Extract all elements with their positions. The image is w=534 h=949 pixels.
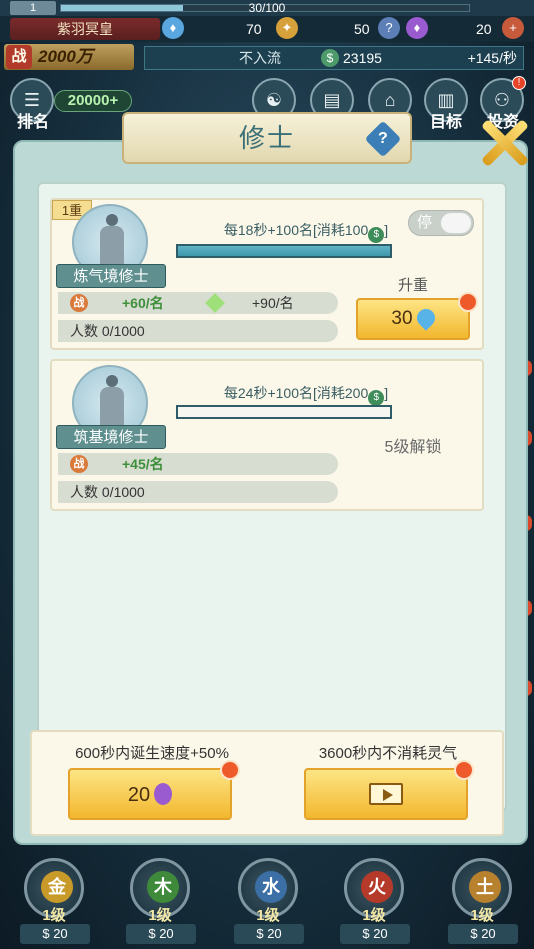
birth-rate-suffix: ] [384, 222, 389, 238]
red-notification-dot [454, 760, 474, 780]
spirit-stone-count: 23195 [343, 50, 382, 66]
purple-flame-icon: ♦ [406, 17, 428, 39]
population-row: 人数 0/1000 [58, 481, 338, 503]
upgrade-arrow-icon [205, 293, 225, 313]
population-label: 人数 0/1000 [70, 484, 145, 500]
power-row: 战 2000万 不入流 $ 23195 +145/秒 [0, 42, 534, 72]
power-per-unit: +45/名 [122, 456, 164, 472]
exp-row: 1 30/100 [0, 0, 534, 16]
spirit-stone-icon: $ [368, 390, 385, 406]
power-per-unit: +60/名 [122, 295, 164, 311]
income-rate: +145/秒 [467, 50, 517, 66]
birth-rate-suffix: ] [384, 385, 389, 401]
red-notification-dot [220, 760, 240, 780]
birth-rate-text: 每18秒+100名[消耗100 [223, 222, 369, 238]
speed-boost-label: 600秒内诞生速度+50% [75, 745, 229, 762]
birth-progress-bar [176, 405, 392, 419]
birth-progress-bar [176, 244, 392, 258]
rank-title: 不入流 [239, 50, 281, 66]
resource-gold-medal: 50 [354, 21, 370, 37]
cultivator-name: 炼气境修士 [56, 264, 166, 288]
toggle-knob [441, 213, 471, 233]
video-play-icon [369, 783, 403, 805]
metal-icon: 金 [41, 871, 73, 903]
score-pill: 20000+ [54, 90, 132, 112]
element-cost: $ 20 [234, 924, 304, 944]
element-cost: $ 20 [448, 924, 518, 944]
notification-badge: ! [512, 76, 526, 90]
cultivator-card-foundation: 筑基境修士 每24秒+100名[消耗200 $] 战 +45/名 人数 0/100… [50, 359, 484, 511]
battle-icon: 战 [6, 45, 32, 69]
boost-panel: 600秒内诞生速度+50% 3600秒内不消耗灵气 20 [30, 730, 504, 836]
birth-rate-desc: 每24秒+100名[消耗200 $] [176, 383, 436, 406]
player-name[interactable]: 紫羽冥皇 [10, 18, 160, 40]
element-cost: $ 20 [126, 924, 196, 944]
unlock-requirement: 5级解锁 [384, 439, 442, 456]
nav-label-goal: 目标 [429, 114, 462, 131]
birth-rate-text: 每24秒+100名[消耗200 [223, 385, 369, 401]
no-consume-boost-label: 3600秒内不消耗灵气 [318, 745, 458, 762]
gold-medal-icon: ✦ [276, 17, 298, 39]
upgrade-label: 升重 [397, 277, 428, 294]
question-gem-icon[interactable]: ? [378, 17, 400, 39]
element-level: 1级 [470, 907, 494, 924]
element-level: 1级 [256, 907, 280, 924]
speed-boost-cost: 20 [127, 784, 151, 806]
power-stat-row: 战 +60/名 +90/名 [58, 292, 338, 314]
element-fire[interactable]: 火 1级 $ 20 [328, 852, 416, 948]
wood-icon: 木 [147, 871, 179, 903]
speed-boost-button[interactable]: 20 [68, 768, 232, 820]
population-label: 人数 0/1000 [70, 323, 145, 339]
element-water[interactable]: 水 1级 $ 20 [222, 852, 310, 948]
resource-purple-flame: 20 [476, 21, 492, 37]
element-metal[interactable]: 金 1级 $ 20 [8, 852, 96, 948]
spirit-stone-icon: $ [321, 49, 339, 67]
rank-bar: 不入流 $ 23195 +145/秒 [144, 46, 524, 70]
combat-power-value: 2000万 [38, 47, 93, 66]
nav-label-rank: 排名 [16, 114, 49, 131]
earth-icon: 土 [469, 871, 501, 903]
population-row: 人数 0/1000 [58, 320, 338, 342]
cultivator-card-qi-refining: 1重 炼气境修士 每18秒+100名[消耗100 $] 停 战 +60/名 +90… [50, 198, 484, 350]
blue-flame-icon: ♦ [162, 17, 184, 39]
add-resource-icon[interactable]: + [502, 17, 524, 39]
resource-row: 紫羽冥皇 ♦ 70 ✦ 50 ? ♦ 20 + [0, 16, 534, 42]
exp-text: 30/100 [248, 1, 286, 15]
birth-progress-fill [178, 246, 390, 256]
blue-flame-icon [412, 305, 439, 331]
close-button[interactable] [478, 116, 530, 168]
fire-icon: 火 [361, 871, 393, 903]
element-level: 1级 [362, 907, 386, 924]
combat-power: 战 2000万 [4, 44, 134, 70]
element-earth[interactable]: 土 1级 $ 20 [436, 852, 524, 948]
element-cost: $ 20 [340, 924, 410, 944]
element-cost: $ 20 [20, 924, 90, 944]
watch-video-button[interactable] [304, 768, 468, 820]
cultivator-name: 筑基境修士 [56, 425, 166, 449]
portrait-head [106, 214, 118, 226]
resource-blue-flame: 70 [246, 21, 262, 37]
power-per-unit-next: +90/名 [252, 295, 294, 311]
element-level: 1级 [148, 907, 172, 924]
element-level: 1级 [42, 907, 66, 924]
element-wood[interactable]: 木 1级 $ 20 [114, 852, 202, 948]
water-icon: 水 [255, 871, 287, 903]
dialog-title-plate: 修士 ? [122, 112, 412, 164]
purple-flame-icon [154, 783, 173, 805]
portrait-head [106, 375, 118, 387]
upgrade-cost: 30 [391, 308, 413, 329]
birth-rate-desc: 每18秒+100名[消耗100 $] [176, 220, 436, 243]
battle-icon: 战 [70, 294, 88, 312]
spirit-stone-icon: $ [368, 227, 385, 243]
battle-icon: 战 [70, 455, 88, 473]
pause-toggle[interactable]: 停 [408, 210, 474, 236]
power-stat-row: 战 +45/名 [58, 453, 338, 475]
upgrade-button[interactable]: 30 [356, 298, 470, 340]
red-notification-dot [458, 292, 478, 312]
pause-toggle-label: 停 [417, 214, 433, 231]
